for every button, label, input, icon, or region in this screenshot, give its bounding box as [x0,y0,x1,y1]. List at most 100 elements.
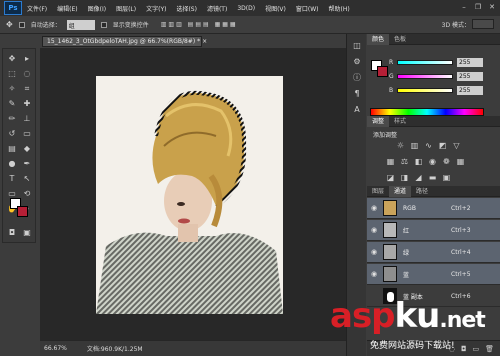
tab-paths[interactable]: 路径 [411,186,433,197]
menu-bar: Ps 文件(F) 编辑(E) 图像(I) 图层(L) 文字(Y) 选择(S) 滤… [0,0,500,16]
bw-icon[interactable]: ◧ [413,156,424,167]
channel-shortcut: Ctrl+5 [451,270,471,278]
mode-3d-dropdown[interactable] [472,19,494,29]
zoom-level[interactable]: 66.67% [44,345,67,352]
channel-row-red[interactable]: ◉ 红 Ctrl+3 [367,220,500,241]
lookup-icon[interactable]: ▦ [455,156,466,167]
slider-green[interactable]: G 255 [389,71,497,81]
menu-window[interactable]: 窗口(W) [291,4,324,13]
gradient-map-icon[interactable]: ▬ [427,172,438,183]
visibility-eye-icon[interactable]: ◉ [369,270,379,278]
exposure-icon[interactable]: ◩ [437,140,448,151]
info-panel-icon[interactable]: ⓘ [351,72,363,84]
channel-name: 红 [403,227,410,235]
gradient-icon[interactable]: ▤ [6,143,18,154]
slider-blue-track[interactable] [397,87,453,93]
tab-swatches[interactable]: 色板 [389,34,411,45]
slider-green-value[interactable]: 255 [457,71,483,81]
menu-filter[interactable]: 滤镜(T) [202,4,232,13]
canvas-area[interactable] [40,48,363,340]
eyedropper-icon[interactable]: ✎ [6,98,18,109]
dodge-icon[interactable]: ● [6,158,18,169]
lasso-icon[interactable]: ◌ [21,68,33,79]
menu-type[interactable]: 文字(Y) [141,4,171,13]
slider-blue-value[interactable]: 255 [457,85,483,95]
tab-layers[interactable]: 图层 [367,186,389,197]
artboard-icon[interactable]: ▸ [21,53,33,64]
menu-image[interactable]: 图像(I) [83,4,111,13]
show-transform-checkbox[interactable] [100,21,107,28]
visibility-eye-icon[interactable]: ◉ [369,248,379,256]
slider-red-track[interactable] [397,59,453,65]
channel-row-green[interactable]: ◉ 绿 Ctrl+4 [367,242,500,263]
menu-layer[interactable]: 图层(L) [111,4,141,13]
document-tab[interactable]: 15_1462_3_OtGbdpeloTAH.jpg @ 66.7%(RGB/8… [42,36,207,47]
menu-file[interactable]: 文件(F) [22,4,52,13]
tab-styles[interactable]: 样式 [389,116,411,127]
mixer-icon[interactable]: ❁ [441,156,452,167]
background-color-swatch[interactable] [17,206,28,217]
auto-select-dropdown[interactable]: 组 [66,19,95,30]
align-icons[interactable]: ▥▥▥ ▤▤▤ ▦▦▦ [161,21,238,28]
crop-icon[interactable]: ⌗ [21,83,33,94]
path-select-icon[interactable]: ↖ [21,173,33,184]
vibrance-icon[interactable]: ▽ [451,140,462,151]
character-panel-icon[interactable]: A [351,104,363,116]
visibility-eye-icon[interactable]: ◉ [369,226,379,234]
hue-icon[interactable]: ▦ [385,156,396,167]
history-panel-icon[interactable]: ◫ [351,40,363,52]
channel-row-blue[interactable]: ◉ 蓝 Ctrl+5 [367,264,500,285]
quick-mask-icon[interactable]: ◘ [6,227,18,238]
healing-icon[interactable]: ✚ [21,98,33,109]
type-icon[interactable]: T [6,173,18,184]
menu-select[interactable]: 选择(S) [171,4,202,13]
brightness-icon[interactable]: ☼ [395,140,406,151]
menu-edit[interactable]: 编辑(E) [52,4,82,13]
restore-icon[interactable]: ❐ [474,3,482,11]
panel-background-swatch[interactable] [377,66,388,77]
slider-red[interactable]: R 255 [389,57,497,67]
move-tool-icon[interactable]: ✥ [6,20,13,29]
curves-icon[interactable]: ∿ [423,140,434,151]
slider-red-value[interactable]: 255 [457,57,483,67]
layers-panel-tabs: 图层 通道 路径 [367,185,500,197]
channel-row-rgb[interactable]: ◉ RGB Ctrl+2 [367,198,500,219]
blur-icon[interactable]: ◆ [21,143,33,154]
menu-3d[interactable]: 3D(D) [232,5,260,12]
balance-icon[interactable]: ⚖ [399,156,410,167]
levels-icon[interactable]: ▥ [409,140,420,151]
watermark-logo-asp: asp [330,296,396,336]
paragraph-panel-icon[interactable]: ¶ [351,88,363,100]
visibility-eye-icon[interactable]: ◉ [369,204,379,212]
menu-help[interactable]: 帮助(H) [324,4,355,13]
tab-color[interactable]: 颜色 [367,33,390,45]
history-brush-icon[interactable]: ↺ [6,128,18,139]
3d-rotate-icon[interactable]: ⟲ [21,188,33,199]
stamp-icon[interactable]: ⊥ [21,113,33,124]
pen-icon[interactable]: ✒ [21,158,33,169]
brush-icon[interactable]: ✏ [6,113,18,124]
slider-red-label: R [389,58,394,66]
move-icon[interactable]: ✥ [6,53,18,64]
marquee-icon[interactable]: ⬚ [6,68,18,79]
auto-select-checkbox[interactable] [18,21,25,28]
channel-thumbnail [383,222,397,238]
channel-shortcut: Ctrl+4 [451,248,471,256]
slider-blue[interactable]: B 255 [389,85,497,95]
minimize-icon[interactable]: – [460,3,468,11]
close-tab-icon[interactable]: × [202,38,207,45]
eraser-icon[interactable]: ▭ [21,128,33,139]
threshold-icon[interactable]: ◢ [413,172,424,183]
tab-channels[interactable]: 通道 [389,185,412,197]
selective-color-icon[interactable]: ▣ [441,172,452,183]
slider-green-track[interactable] [397,73,453,79]
posterize-icon[interactable]: ◨ [399,172,410,183]
tab-adjustments[interactable]: 调整 [367,115,390,127]
invert-icon[interactable]: ◪ [385,172,396,183]
screen-mode-icon[interactable]: ▣ [21,227,33,238]
photo-filter-icon[interactable]: ◉ [427,156,438,167]
close-window-icon[interactable]: ✕ [488,3,496,11]
menu-view[interactable]: 视图(V) [260,4,291,13]
properties-panel-icon[interactable]: ⚙ [351,56,363,68]
magic-wand-icon[interactable]: ✧ [6,83,18,94]
